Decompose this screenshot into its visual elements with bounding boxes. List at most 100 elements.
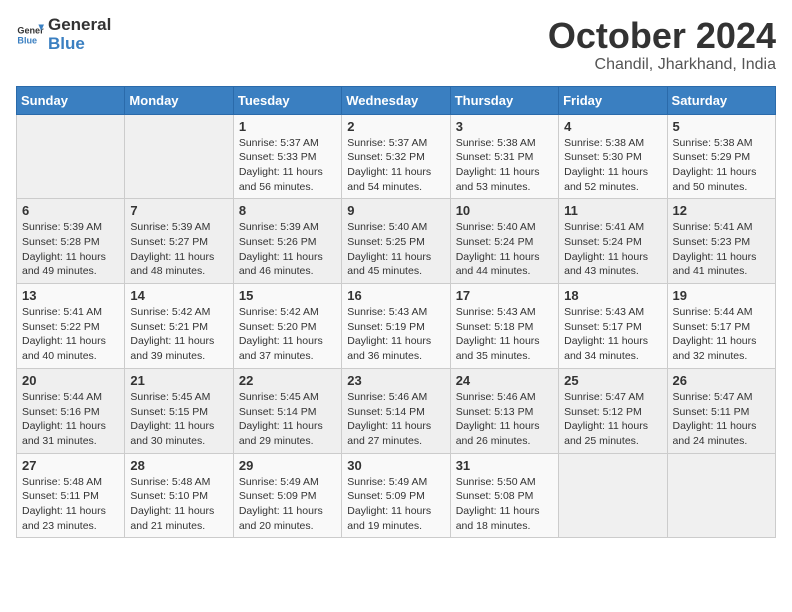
day-of-week-header: Wednesday: [342, 86, 450, 114]
day-number: 1: [239, 119, 336, 134]
calendar-week-row: 1 Sunrise: 5:37 AM Sunset: 5:33 PM Daylig…: [17, 114, 776, 199]
calendar-day-cell: 30 Sunrise: 5:49 AM Sunset: 5:09 PM Dayli…: [342, 453, 450, 538]
calendar-day-cell: 7 Sunrise: 5:39 AM Sunset: 5:27 PM Daylig…: [125, 199, 233, 284]
calendar-day-cell: [17, 114, 125, 199]
day-number: 8: [239, 203, 336, 218]
day-info: Sunrise: 5:44 AM Sunset: 5:16 PM Dayligh…: [22, 390, 119, 449]
calendar-day-cell: 24 Sunrise: 5:46 AM Sunset: 5:13 PM Dayli…: [450, 368, 558, 453]
day-info: Sunrise: 5:41 AM Sunset: 5:22 PM Dayligh…: [22, 305, 119, 364]
day-number: 11: [564, 203, 661, 218]
day-number: 15: [239, 288, 336, 303]
calendar-day-cell: 16Sunrise: 5:43 AM Sunset: 5:19 PM Dayli…: [342, 284, 450, 369]
day-info: Sunrise: 5:44 AM Sunset: 5:17 PM Dayligh…: [673, 305, 770, 364]
day-number: 16: [347, 288, 444, 303]
calendar-day-cell: 21Sunrise: 5:45 AM Sunset: 5:15 PM Dayli…: [125, 368, 233, 453]
logo-blue-text: Blue: [48, 35, 111, 54]
logo-general-text: General: [48, 16, 111, 35]
calendar-day-cell: 25 Sunrise: 5:47 AM Sunset: 5:12 PM Dayli…: [559, 368, 667, 453]
calendar-day-cell: 18Sunrise: 5:43 AM Sunset: 5:17 PM Dayli…: [559, 284, 667, 369]
day-number: 6: [22, 203, 119, 218]
day-of-week-header: Sunday: [17, 86, 125, 114]
day-info: Sunrise: 5:46 AM Sunset: 5:13 PM Dayligh…: [456, 390, 553, 449]
day-number: 22: [239, 373, 336, 388]
day-number: 30: [347, 458, 444, 473]
calendar-week-row: 20Sunrise: 5:44 AM Sunset: 5:16 PM Dayli…: [17, 368, 776, 453]
calendar-week-row: 13 Sunrise: 5:41 AM Sunset: 5:22 PM Dayli…: [17, 284, 776, 369]
month-title: October 2024: [548, 16, 776, 56]
day-number: 25: [564, 373, 661, 388]
day-of-week-header: Saturday: [667, 86, 775, 114]
calendar-day-cell: 11 Sunrise: 5:41 AM Sunset: 5:24 PM Dayli…: [559, 199, 667, 284]
day-info: Sunrise: 5:45 AM Sunset: 5:14 PM Dayligh…: [239, 390, 336, 449]
day-info: Sunrise: 5:38 AM Sunset: 5:31 PM Dayligh…: [456, 136, 553, 195]
day-number: 19: [673, 288, 770, 303]
calendar-day-cell: 3Sunrise: 5:38 AM Sunset: 5:31 PM Daylig…: [450, 114, 558, 199]
calendar-day-cell: 8 Sunrise: 5:39 AM Sunset: 5:26 PM Daylig…: [233, 199, 341, 284]
calendar-day-cell: 5Sunrise: 5:38 AM Sunset: 5:29 PM Daylig…: [667, 114, 775, 199]
calendar-day-cell: 19 Sunrise: 5:44 AM Sunset: 5:17 PM Dayli…: [667, 284, 775, 369]
calendar-day-cell: [559, 453, 667, 538]
calendar-day-cell: 4Sunrise: 5:38 AM Sunset: 5:30 PM Daylig…: [559, 114, 667, 199]
day-number: 14: [130, 288, 227, 303]
day-info: Sunrise: 5:46 AM Sunset: 5:14 PM Dayligh…: [347, 390, 444, 449]
calendar-day-cell: 20Sunrise: 5:44 AM Sunset: 5:16 PM Dayli…: [17, 368, 125, 453]
day-number: 10: [456, 203, 553, 218]
day-number: 9: [347, 203, 444, 218]
logo-icon: General Blue: [16, 21, 44, 49]
calendar-week-row: 6 Sunrise: 5:39 AM Sunset: 5:28 PM Daylig…: [17, 199, 776, 284]
calendar-week-row: 27Sunrise: 5:48 AM Sunset: 5:11 PM Dayli…: [17, 453, 776, 538]
calendar-day-cell: 13 Sunrise: 5:41 AM Sunset: 5:22 PM Dayli…: [17, 284, 125, 369]
day-number: 28: [130, 458, 227, 473]
day-info: Sunrise: 5:40 AM Sunset: 5:24 PM Dayligh…: [456, 220, 553, 279]
calendar-day-cell: 22 Sunrise: 5:45 AM Sunset: 5:14 PM Dayli…: [233, 368, 341, 453]
calendar-day-cell: 28 Sunrise: 5:48 AM Sunset: 5:10 PM Dayli…: [125, 453, 233, 538]
day-info: Sunrise: 5:47 AM Sunset: 5:12 PM Dayligh…: [564, 390, 661, 449]
calendar-day-cell: 26 Sunrise: 5:47 AM Sunset: 5:11 PM Dayli…: [667, 368, 775, 453]
day-info: Sunrise: 5:42 AM Sunset: 5:20 PM Dayligh…: [239, 305, 336, 364]
day-number: 21: [130, 373, 227, 388]
logo: General Blue General Blue: [16, 16, 111, 53]
calendar-day-cell: 9 Sunrise: 5:40 AM Sunset: 5:25 PM Daylig…: [342, 199, 450, 284]
calendar-day-cell: 15 Sunrise: 5:42 AM Sunset: 5:20 PM Dayli…: [233, 284, 341, 369]
day-number: 26: [673, 373, 770, 388]
day-info: Sunrise: 5:43 AM Sunset: 5:17 PM Dayligh…: [564, 305, 661, 364]
calendar-day-cell: 29Sunrise: 5:49 AM Sunset: 5:09 PM Dayli…: [233, 453, 341, 538]
calendar-day-cell: 2 Sunrise: 5:37 AM Sunset: 5:32 PM Daylig…: [342, 114, 450, 199]
day-info: Sunrise: 5:40 AM Sunset: 5:25 PM Dayligh…: [347, 220, 444, 279]
location-title: Chandil, Jharkhand, India: [548, 56, 776, 74]
day-info: Sunrise: 5:49 AM Sunset: 5:09 PM Dayligh…: [239, 475, 336, 534]
calendar-day-cell: 31Sunrise: 5:50 AM Sunset: 5:08 PM Dayli…: [450, 453, 558, 538]
day-info: Sunrise: 5:48 AM Sunset: 5:10 PM Dayligh…: [130, 475, 227, 534]
calendar-header-row: SundayMondayTuesdayWednesdayThursdayFrid…: [17, 86, 776, 114]
day-info: Sunrise: 5:50 AM Sunset: 5:08 PM Dayligh…: [456, 475, 553, 534]
day-number: 2: [347, 119, 444, 134]
day-info: Sunrise: 5:39 AM Sunset: 5:26 PM Dayligh…: [239, 220, 336, 279]
calendar-table: SundayMondayTuesdayWednesdayThursdayFrid…: [16, 86, 776, 539]
calendar-day-cell: [125, 114, 233, 199]
day-info: Sunrise: 5:47 AM Sunset: 5:11 PM Dayligh…: [673, 390, 770, 449]
day-number: 13: [22, 288, 119, 303]
day-info: Sunrise: 5:41 AM Sunset: 5:23 PM Dayligh…: [673, 220, 770, 279]
day-number: 24: [456, 373, 553, 388]
day-number: 5: [673, 119, 770, 134]
calendar-day-cell: 12 Sunrise: 5:41 AM Sunset: 5:23 PM Dayli…: [667, 199, 775, 284]
day-info: Sunrise: 5:39 AM Sunset: 5:28 PM Dayligh…: [22, 220, 119, 279]
day-info: Sunrise: 5:43 AM Sunset: 5:18 PM Dayligh…: [456, 305, 553, 364]
calendar-day-cell: 14Sunrise: 5:42 AM Sunset: 5:21 PM Dayli…: [125, 284, 233, 369]
day-info: Sunrise: 5:49 AM Sunset: 5:09 PM Dayligh…: [347, 475, 444, 534]
day-info: Sunrise: 5:39 AM Sunset: 5:27 PM Dayligh…: [130, 220, 227, 279]
day-of-week-header: Monday: [125, 86, 233, 114]
day-of-week-header: Thursday: [450, 86, 558, 114]
header: General Blue General Blue October 2024 C…: [16, 16, 776, 74]
title-area: October 2024 Chandil, Jharkhand, India: [548, 16, 776, 74]
day-info: Sunrise: 5:37 AM Sunset: 5:32 PM Dayligh…: [347, 136, 444, 195]
calendar-day-cell: 27Sunrise: 5:48 AM Sunset: 5:11 PM Dayli…: [17, 453, 125, 538]
day-number: 7: [130, 203, 227, 218]
day-info: Sunrise: 5:37 AM Sunset: 5:33 PM Dayligh…: [239, 136, 336, 195]
day-number: 12: [673, 203, 770, 218]
day-number: 4: [564, 119, 661, 134]
day-number: 27: [22, 458, 119, 473]
day-of-week-header: Tuesday: [233, 86, 341, 114]
day-info: Sunrise: 5:41 AM Sunset: 5:24 PM Dayligh…: [564, 220, 661, 279]
day-number: 17: [456, 288, 553, 303]
